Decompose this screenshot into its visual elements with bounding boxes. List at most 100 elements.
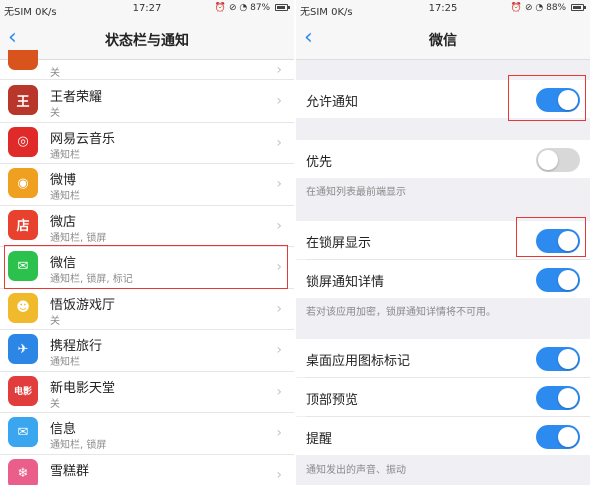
nav-bar: ‹ 微信: [296, 18, 590, 60]
app-row[interactable]: ✈ 携程旅行通知栏 ›: [0, 330, 294, 372]
setting-lockscreen-detail: 锁屏通知详情: [296, 260, 590, 298]
app-notification-summary: 通知栏: [50, 149, 80, 161]
setting-label: 提醒: [306, 432, 333, 447]
lockscreen-detail-note: 若对该应用加密，锁屏通知详情将不可用。: [306, 307, 496, 318]
app-notification-summary: 关: [50, 315, 60, 327]
chevron-right-icon: ›: [276, 383, 282, 400]
chevron-right-icon: ›: [276, 176, 282, 192]
toggle-knob: [558, 349, 578, 369]
status-icons: ⏰ ⊘ ◔ 87%: [214, 3, 290, 13]
battery-text: 87%: [250, 3, 271, 13]
app-row[interactable]: 店微店通知栏, 锁屏 ›: [0, 206, 294, 247]
app-icon: ✈: [8, 334, 38, 364]
setting-badge: 桌面应用图标标记: [296, 339, 590, 377]
toggle-knob: [538, 150, 558, 170]
app-notification-list-screen: 无SIM 0K/s 17:27 ⏰ ⊘ ◔ 87% ‹ 状态栏与通知 关 › 王…: [0, 0, 294, 485]
app-row[interactable]: 王王者荣耀关 ›: [0, 81, 294, 123]
toggle-knob: [558, 270, 578, 290]
preview-toggle[interactable]: [536, 386, 580, 410]
toggle-knob: [558, 388, 578, 408]
app-icon: [8, 50, 38, 70]
lockscreen-toggle[interactable]: [536, 229, 580, 253]
priority-note: 在通知列表最前端显示: [306, 187, 406, 198]
page-title: 微信: [429, 33, 457, 49]
chevron-right-icon: ›: [276, 62, 282, 78]
battery-text: 88%: [546, 3, 567, 13]
lockscreen-detail-toggle[interactable]: [536, 268, 580, 292]
app-name: 雪糕群: [50, 463, 90, 479]
app-notification-summary: 关: [50, 398, 60, 410]
status-bar: 无SIM 0K/s 17:25 ⏰ ⊘ ◔ 88%: [296, 0, 590, 18]
app-row[interactable]: ◉ 微博通知栏 ›: [0, 164, 294, 206]
page-title: 状态栏与通知: [105, 33, 189, 49]
app-name: 新电影天堂: [50, 380, 116, 396]
setting-label: 允许通知: [306, 95, 359, 110]
chevron-right-icon: ›: [276, 342, 282, 358]
app-row[interactable]: ☻ 悟饭游戏厅关 ›: [0, 289, 294, 330]
app-row[interactable]: 电影 新电影天堂关 ›: [0, 372, 294, 413]
mute-icon: ⊘: [524, 3, 533, 13]
app-icon: ✉: [8, 417, 38, 447]
app-row[interactable]: ◎ 网易云音乐通知栏 ›: [0, 123, 294, 164]
app-notification-summary: 关: [50, 108, 60, 119]
app-name: 微信: [50, 256, 77, 271]
app-notification-summary: 通知栏, 锁屏, 标记: [50, 274, 133, 285]
app-icon: ✉: [8, 251, 38, 281]
app-icon: ◎: [8, 126, 38, 157]
app-notification-summary: 通知栏: [50, 357, 80, 368]
app-icon: 王: [8, 85, 38, 115]
setting-label: 桌面应用图标标记: [306, 354, 411, 369]
app-name: 微店: [50, 214, 77, 230]
setting-label: 顶部预览: [306, 393, 359, 408]
toggle-knob: [558, 231, 578, 251]
list-item-subtitle: 关: [50, 68, 60, 79]
battery-icon: [571, 4, 586, 11]
chevron-right-icon: ›: [276, 300, 282, 317]
remind-toggle[interactable]: [536, 425, 580, 449]
badge-toggle[interactable]: [536, 347, 580, 371]
list-item[interactable]: 关 ›: [0, 50, 294, 80]
app-icon: 电影: [8, 375, 38, 406]
app-row[interactable]: ❄ 雪糕群 ›: [0, 455, 294, 485]
setting-label: 在锁屏显示: [306, 236, 372, 251]
chevron-right-icon: ›: [276, 425, 282, 441]
remind-note: 通知发出的声音、振动: [306, 465, 406, 476]
app-icon: ◉: [8, 168, 38, 198]
toggle-knob: [558, 90, 578, 110]
app-name: 微博: [50, 173, 77, 188]
status-icons: ⏰ ⊘ ◔ 88%: [510, 3, 586, 13]
wechat-notification-settings-screen: 无SIM 0K/s 17:25 ⏰ ⊘ ◔ 88% ‹ 微信 允许通知 优先 在…: [296, 0, 590, 485]
app-notification-summary: 通知栏, 锁屏: [50, 232, 107, 244]
wifi-icon: ◔: [239, 3, 248, 13]
chevron-right-icon: ›: [276, 466, 282, 483]
nav-bar: ‹ 状态栏与通知: [0, 18, 294, 60]
app-name: 携程旅行: [50, 339, 103, 354]
chevron-right-icon: ›: [276, 259, 282, 275]
battery-icon: [275, 4, 290, 11]
chevron-right-icon: ›: [276, 93, 282, 109]
setting-allow-notifications: 允许通知: [296, 80, 590, 118]
app-row[interactable]: ✉ 信息 通知栏, 锁屏 ›: [0, 413, 294, 455]
status-bar: 无SIM 0K/s 17:27 ⏰ ⊘ ◔ 87%: [0, 0, 294, 18]
app-name: 网易云音乐: [50, 131, 116, 147]
priority-toggle[interactable]: [536, 148, 580, 172]
alarm-icon: ⏰: [214, 3, 227, 13]
toggle-knob: [558, 427, 578, 447]
app-list: 王王者荣耀关 › ◎ 网易云音乐 通知栏 › ◉ 微博 通知栏 › 店微店 通知栏, 锁屏 › ✉ 微信 通知…: [0, 81, 294, 485]
setting-priority: 优先: [296, 140, 590, 178]
app-name: 王者荣耀: [50, 90, 103, 105]
setting-label: 优先: [306, 155, 333, 170]
alarm-icon: ⏰: [510, 3, 523, 13]
allow-notifications-toggle[interactable]: [536, 88, 580, 112]
app-name: 悟饭游戏厅: [50, 297, 116, 313]
setting-lockscreen: 在锁屏显示: [296, 221, 590, 259]
chevron-right-icon: ›: [276, 217, 282, 234]
app-notification-summary: 通知栏, 锁屏: [50, 440, 107, 451]
setting-preview: 顶部预览: [296, 378, 590, 416]
app-row[interactable]: ✉ 微信通知栏, 锁屏, 标记 ›: [0, 247, 294, 289]
app-icon: 店: [8, 209, 38, 240]
mute-icon: ⊘: [228, 3, 237, 13]
app-notification-summary: 通知栏: [50, 191, 80, 202]
app-icon: ❄: [8, 458, 38, 485]
chevron-right-icon: ›: [276, 134, 282, 151]
